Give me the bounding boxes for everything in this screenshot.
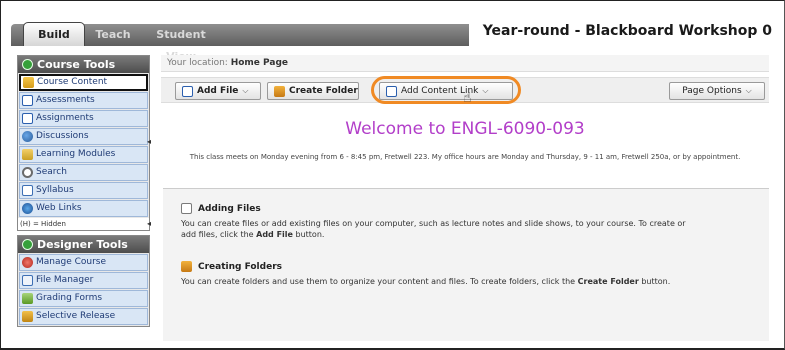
sidebar-item-search[interactable]: Search [19,164,148,181]
section-title-text: Adding Files [198,203,261,214]
section-creating-folders: Creating Folders You can create folders … [181,261,701,287]
section-body-text: You can create folders and use them to o… [181,277,578,286]
grading-icon [22,293,33,304]
scroll-left-icon[interactable]: ◂ [147,137,151,146]
course-tools-title: Course Tools [37,58,116,71]
scroll-left-icon[interactable]: ◂ [147,219,151,228]
section-adding-files: Adding Files You can create files or add… [181,203,701,240]
designer-tools-header[interactable]: Designer Tools [18,236,149,253]
hidden-legend: (H) = Hidden [18,218,149,230]
module-icon [22,149,33,160]
sidebar-item-label: Web Links [36,203,82,213]
dropdown-caret-icon: ⌵ [242,86,249,95]
assessment-icon [22,95,33,106]
sidebar-item-learning-modules[interactable]: Learning Modules [19,146,148,163]
course-tools-panel: Course Tools Course Content Assessments … [17,55,150,231]
add-file-label: Add File [197,86,239,96]
sidebar-item-label: Search [36,167,67,177]
sidebar-item-label: Grading Forms [36,293,103,303]
sidebar: Course Tools Course Content Assessments … [17,55,150,327]
search-icon [22,167,33,178]
course-description: This class meets on Monday evening from … [189,153,741,161]
sidebar-item-assessments[interactable]: Assessments [19,92,148,109]
section-body-text: button. [292,230,325,239]
tab-teach[interactable]: Teach [87,24,139,46]
page-options-button[interactable]: Page Options ⌵ [669,82,765,100]
section-title-text: Creating Folders [198,261,282,272]
course-tools-header[interactable]: Course Tools [18,56,149,73]
sidebar-item-label: Assessments [36,95,95,105]
sidebar-item-selective-release[interactable]: Selective Release [19,308,148,325]
file-icon [181,203,192,214]
file-manager-icon [22,275,33,286]
sidebar-item-syllabus[interactable]: Syllabus [19,182,148,199]
create-folder-label: Create Folder [289,86,358,96]
designer-tools-panel: Designer Tools Manage Course File Manage… [17,235,150,327]
sidebar-item-label: Assignments [36,113,94,123]
breadcrumb-prefix: Your location: [167,58,228,68]
sidebar-item-label: File Manager [36,275,94,285]
add-file-button[interactable]: Add File ⌵ [175,82,261,100]
page-options-label: Page Options [682,86,742,96]
section-body: You can create folders and use them to o… [181,276,701,287]
assignment-icon [22,113,33,124]
screenshot-frame: Build Teach Student View Year-round - Bl… [0,0,785,350]
designer-tools-title: Designer Tools [37,238,128,251]
sidebar-item-assignments[interactable]: Assignments [19,110,148,127]
sidebar-item-label: Syllabus [36,185,74,195]
section-body-bold: Create Folder [577,277,639,286]
section-title: Creating Folders [181,261,701,272]
sidebar-item-grading-forms[interactable]: Grading Forms [19,290,148,307]
sidebar-item-label: Selective Release [36,311,116,321]
folder-icon [274,85,285,97]
top-tab-bar: Build Teach Student View Year-round - Bl… [11,16,776,63]
sidebar-item-course-content[interactable]: Course Content [19,74,148,91]
sidebar-item-web-links[interactable]: Web Links [19,200,148,217]
section-body: You can create files or add existing fil… [181,218,701,240]
section-title: Adding Files [181,203,701,214]
section-body-bold: Add File [256,230,293,239]
collapse-icon[interactable] [22,59,33,70]
sidebar-item-discussions[interactable]: Discussions [19,128,148,145]
web-links-icon [22,203,33,214]
breadcrumb-current: Home Page [230,58,289,68]
breadcrumb: Your location: Home Page [161,55,769,72]
main-content: Your location: Home Page Add File ⌵ Crea… [161,55,769,341]
sidebar-item-label: Discussions [36,131,89,141]
mouse-pointer-icon: ☝ [463,90,472,106]
manage-icon [22,257,33,268]
sidebar-item-label: Course Content [37,77,108,87]
tab-build[interactable]: Build [23,22,85,46]
sidebar-item-file-manager[interactable]: File Manager [19,272,148,289]
dropdown-caret-icon: ⌵ [745,86,752,95]
sidebar-item-manage-course[interactable]: Manage Course [19,254,148,271]
release-icon [22,311,33,322]
folder-icon [181,261,192,272]
file-icon [182,85,193,97]
sidebar-item-label: Manage Course [36,257,107,267]
collapse-icon[interactable] [22,239,33,250]
page-title: Welcome to ENGL-6090-093 [345,119,585,139]
create-folder-button[interactable]: Create Folder [267,82,359,100]
syllabus-icon [22,185,33,196]
section-body-text: button. [638,277,671,286]
course-title: Year-round - Blackboard Workshop 0 [468,16,772,46]
help-content-box: Adding Files You can create files or add… [163,188,769,341]
tab-student-view[interactable]: Student View [141,24,221,63]
folder-icon [23,77,34,88]
sidebar-item-label: Learning Modules [36,149,116,159]
discussion-icon [22,131,33,142]
highlight-circle [371,76,521,104]
